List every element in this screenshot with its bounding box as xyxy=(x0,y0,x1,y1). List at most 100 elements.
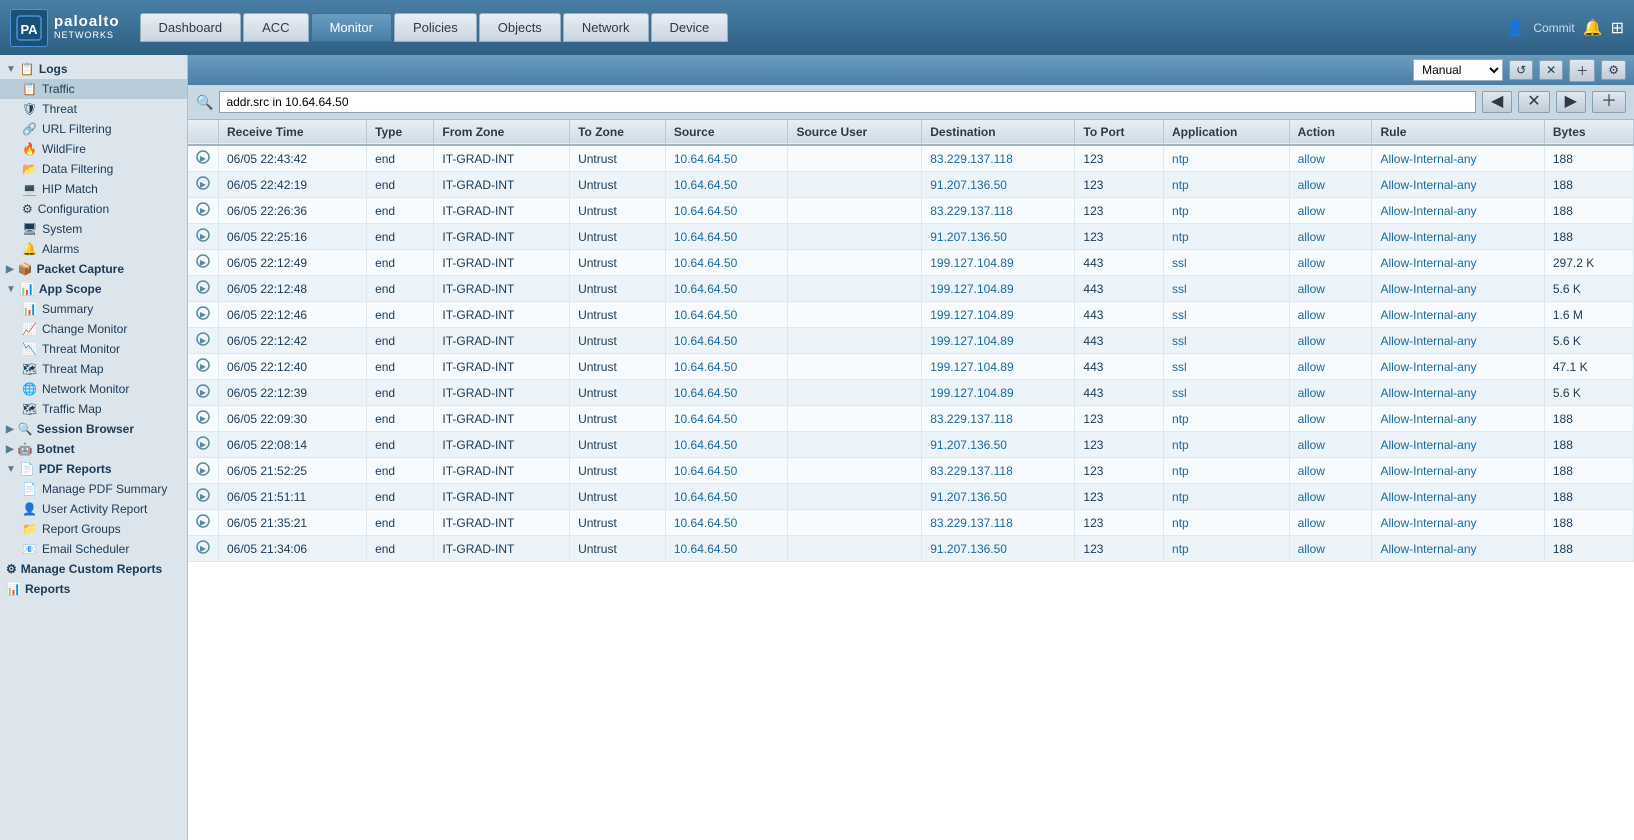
row-detail-icon[interactable]: ▶ xyxy=(188,406,219,432)
sidebar-item-data-filtering[interactable]: 📂 Data Filtering xyxy=(0,159,187,179)
expand-arrow-icon: ▼ xyxy=(6,64,16,75)
sidebar-group-session-browser-header[interactable]: ▶ 🔍 Session Browser xyxy=(0,419,187,439)
row-detail-icon[interactable]: ▶ xyxy=(188,224,219,250)
filter-clear-button[interactable]: ✕ xyxy=(1518,91,1549,113)
col-rule[interactable]: Rule xyxy=(1372,120,1544,145)
row-detail-icon[interactable]: ▶ xyxy=(188,276,219,302)
table-row: ▶06/05 21:51:11endIT-GRAD-INTUntrust10.6… xyxy=(188,484,1634,510)
row-detail-icon[interactable]: ▶ xyxy=(188,354,219,380)
add-filter-button[interactable]: ＋ xyxy=(1569,59,1595,82)
row-detail-icon[interactable]: ▶ xyxy=(188,250,219,276)
sidebar-item-threat-map[interactable]: 🗺 Threat Map xyxy=(0,359,187,379)
table-body: ▶06/05 22:43:42endIT-GRAD-INTUntrust10.6… xyxy=(188,145,1634,562)
sidebar-item-threat[interactable]: 🛡 Threat xyxy=(0,99,187,119)
row-detail-icon[interactable]: ▶ xyxy=(188,536,219,562)
sidebar-item-traffic[interactable]: 📋 Traffic xyxy=(0,79,187,99)
sidebar-item-wildfire[interactable]: 🔥 WildFire xyxy=(0,139,187,159)
main-layout: ▼ 📋 Logs 📋 Traffic 🛡 Threat 🔗 URL Filter… xyxy=(0,55,1634,840)
row-detail-icon[interactable]: ▶ xyxy=(188,145,219,172)
sidebar-item-user-activity-report[interactable]: 👤 User Activity Report xyxy=(0,499,187,519)
sidebar-item-network-monitor-label: Network Monitor xyxy=(42,382,129,396)
col-destination[interactable]: Destination xyxy=(922,120,1075,145)
tab-acc[interactable]: ACC xyxy=(243,13,308,42)
filter-prev-button[interactable]: ◀ xyxy=(1482,91,1512,113)
col-from-zone[interactable]: From Zone xyxy=(434,120,570,145)
col-action[interactable]: Action xyxy=(1289,120,1372,145)
sidebar-item-alarms[interactable]: 🔔 Alarms xyxy=(0,239,187,259)
svg-text:PA: PA xyxy=(20,22,38,37)
pdf-reports-icon: 📄 xyxy=(20,462,35,476)
logo-area: PA paloalto NETWORKS xyxy=(10,9,120,47)
sidebar-item-change-monitor[interactable]: 📈 Change Monitor xyxy=(0,319,187,339)
sidebar-item-summary[interactable]: 📊 Summary xyxy=(0,299,187,319)
tab-device[interactable]: Device xyxy=(651,13,729,42)
threat-map-icon: 🗺 xyxy=(22,362,37,376)
settings-button[interactable]: ⚙ xyxy=(1601,60,1626,80)
row-detail-icon[interactable]: ▶ xyxy=(188,458,219,484)
grid-icon[interactable]: ⊞ xyxy=(1611,18,1624,38)
filter-input[interactable] xyxy=(219,91,1476,113)
sidebar-group-manage-custom-reports-header[interactable]: ⚙ Manage Custom Reports xyxy=(0,559,187,579)
sidebar-item-configuration-label: Configuration xyxy=(38,202,109,216)
sidebar-group-logs-header[interactable]: ▼ 📋 Logs xyxy=(0,59,187,79)
tab-policies[interactable]: Policies xyxy=(394,13,477,42)
threat-monitor-icon: 📉 xyxy=(22,342,37,356)
manual-select[interactable]: Manual Auto xyxy=(1413,59,1503,81)
tab-objects[interactable]: Objects xyxy=(479,13,561,42)
sidebar-item-traffic-label: Traffic xyxy=(42,82,75,96)
sidebar-item-hip-match[interactable]: 💻 HIP Match xyxy=(0,179,187,199)
svg-text:▶: ▶ xyxy=(200,206,207,215)
row-detail-icon[interactable]: ▶ xyxy=(188,510,219,536)
row-detail-icon[interactable]: ▶ xyxy=(188,302,219,328)
col-bytes[interactable]: Bytes xyxy=(1544,120,1633,145)
table-row: ▶06/05 21:35:21endIT-GRAD-INTUntrust10.6… xyxy=(188,510,1634,536)
sidebar-item-report-groups[interactable]: 📁 Report Groups xyxy=(0,519,187,539)
row-detail-icon[interactable]: ▶ xyxy=(188,172,219,198)
filter-add-button[interactable]: ＋ xyxy=(1592,91,1626,113)
col-source[interactable]: Source xyxy=(665,120,788,145)
row-detail-icon[interactable]: ▶ xyxy=(188,484,219,510)
sidebar-group-reports-header[interactable]: 📊 Reports xyxy=(0,579,187,599)
sidebar-item-system[interactable]: 🖥 System xyxy=(0,219,187,239)
pdf-reports-arrow-icon: ▼ xyxy=(6,464,16,475)
row-detail-icon[interactable]: ▶ xyxy=(188,328,219,354)
hip-match-icon: 💻 xyxy=(22,182,37,196)
commit-button[interactable]: Commit xyxy=(1533,21,1574,35)
sidebar-group-botnet-header[interactable]: ▶ 🤖 Botnet xyxy=(0,439,187,459)
row-detail-icon[interactable]: ▶ xyxy=(188,380,219,406)
sidebar-group-app-scope-header[interactable]: ▼ 📊 App Scope xyxy=(0,279,187,299)
col-to-port[interactable]: To Port xyxy=(1075,120,1164,145)
sidebar-item-traffic-map[interactable]: 🗺 Traffic Map xyxy=(0,399,187,419)
sidebar-group-pdf-reports-header[interactable]: ▼ 📄 PDF Reports xyxy=(0,459,187,479)
row-detail-icon[interactable]: ▶ xyxy=(188,432,219,458)
col-application[interactable]: Application xyxy=(1164,120,1290,145)
sidebar-item-manage-pdf-summary[interactable]: 📄 Manage PDF Summary xyxy=(0,479,187,499)
sidebar-item-url-filtering[interactable]: 🔗 URL Filtering xyxy=(0,119,187,139)
sidebar-group-app-scope: ▼ 📊 App Scope 📊 Summary 📈 Change Monitor… xyxy=(0,279,187,419)
manage-custom-reports-icon: ⚙ xyxy=(6,562,17,576)
sidebar-group-packet-capture-header[interactable]: ▶ 📦 Packet Capture xyxy=(0,259,187,279)
sidebar-item-network-monitor[interactable]: 🌐 Network Monitor xyxy=(0,379,187,399)
col-type[interactable]: Type xyxy=(367,120,434,145)
tab-monitor[interactable]: Monitor xyxy=(311,13,392,42)
svg-text:▶: ▶ xyxy=(200,284,207,293)
sidebar-item-threat-monitor[interactable]: 📉 Threat Monitor xyxy=(0,339,187,359)
tab-network[interactable]: Network xyxy=(563,13,649,42)
url-filtering-icon: 🔗 xyxy=(22,122,37,136)
refresh-button[interactable]: ↺ xyxy=(1509,60,1533,80)
filter-next-button[interactable]: ▶ xyxy=(1556,91,1586,113)
col-to-zone[interactable]: To Zone xyxy=(570,120,666,145)
bell-icon[interactable]: 🔔 xyxy=(1583,18,1603,38)
col-source-user[interactable]: Source User xyxy=(788,120,922,145)
sidebar-group-pdf-reports-label: PDF Reports xyxy=(39,462,112,476)
sidebar-item-threat-label: Threat xyxy=(42,102,77,116)
tab-dashboard[interactable]: Dashboard xyxy=(140,13,242,42)
packet-capture-icon: 📦 xyxy=(18,262,33,276)
user-activity-icon: 👤 xyxy=(22,502,37,516)
brand-name: paloalto NETWORKS xyxy=(54,14,120,40)
row-detail-icon[interactable]: ▶ xyxy=(188,198,219,224)
col-receive-time[interactable]: Receive Time xyxy=(219,120,367,145)
sidebar-item-email-scheduler[interactable]: 📧 Email Scheduler xyxy=(0,539,187,559)
stop-button[interactable]: ✕ xyxy=(1539,60,1563,80)
sidebar-item-configuration[interactable]: ⚙ Configuration xyxy=(0,199,187,219)
